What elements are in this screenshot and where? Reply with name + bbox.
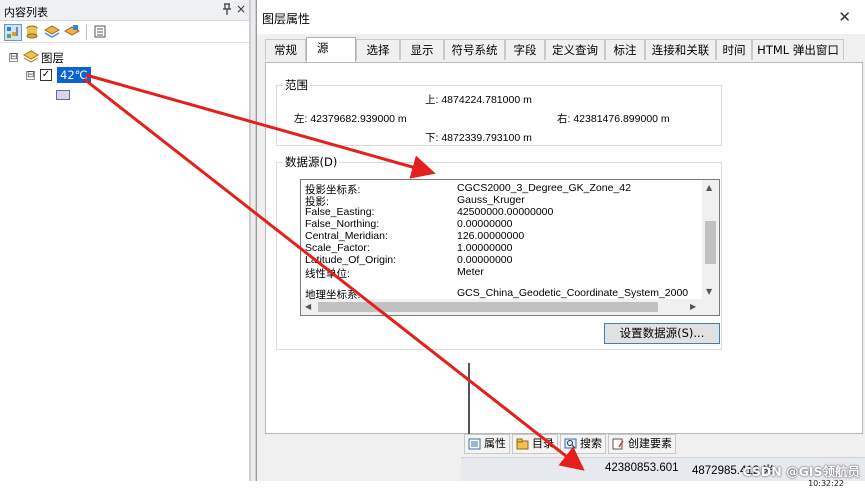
status-x-coordinate: 42380853.601	[605, 462, 679, 474]
dock-tab-search[interactable]: 搜索	[560, 434, 606, 454]
layer-name[interactable]: 42℃	[56, 66, 92, 84]
toc-titlebar: 内容列表 ×	[0, 0, 249, 21]
dock-tab-label: 创建要素	[628, 437, 672, 450]
vertical-scroll-thumb[interactable]	[705, 221, 716, 264]
expander-icon[interactable]: ⊟	[26, 71, 35, 80]
options-icon[interactable]	[92, 24, 110, 41]
tab-joins-relates[interactable]: 连接和关联	[645, 39, 716, 60]
ds-key: False_Northing:	[305, 218, 380, 230]
extent-group: 范围 上: 4874224.781000 m 左: 42379682.93900…	[276, 77, 722, 146]
pin-icon[interactable]	[222, 3, 232, 18]
list-by-drawing-order-icon[interactable]	[4, 24, 22, 41]
search-icon	[564, 438, 577, 450]
ds-key: False_Easting:	[305, 206, 375, 218]
dock-tab-catalog[interactable]: 目录	[512, 434, 558, 454]
toc-panel: 内容列表 × ⊟ 图层 ⊟ ✓ 42℃	[0, 0, 250, 481]
layers-group-row[interactable]: ⊟ 图层	[0, 49, 240, 65]
scroll-right-icon[interactable]: ▶	[690, 302, 696, 311]
horizontal-scroll-thumb[interactable]	[318, 302, 658, 312]
ds-value: Gauss_Kruger	[457, 194, 525, 206]
dock-tab-label: 目录	[532, 437, 554, 450]
tab-general[interactable]: 常规	[265, 39, 306, 60]
dock-tab-label: 搜索	[580, 437, 602, 450]
tab-strip: 常规 源 选择 显示 符号系统 字段 定义查询 标注 连接和关联 时间 HTML…	[265, 37, 865, 62]
catalog-icon	[516, 438, 529, 450]
status-bar: 42380853.601 4872985.412 米 CSDN @GIS领航员 …	[461, 457, 865, 488]
close-icon[interactable]: ✕	[838, 8, 851, 26]
extent-right: 右: 42381476.899000 m	[557, 113, 670, 125]
layers-icon	[22, 50, 40, 67]
extent-legend: 范围	[285, 78, 308, 92]
extent-top: 上: 4874224.781000 m	[425, 94, 532, 106]
ds-value: 1.00000000	[457, 242, 513, 254]
tab-display[interactable]: 显示	[400, 39, 444, 60]
dock-tab-create-features[interactable]: 创建要素	[608, 434, 676, 454]
dock-tab-label: 属性	[484, 437, 506, 450]
extent-bottom: 下: 4872339.793100 m	[425, 132, 532, 144]
layers-group-label: 图层	[41, 51, 64, 65]
list-by-source-icon[interactable]	[24, 24, 42, 41]
scroll-up-icon[interactable]: ▲	[706, 183, 712, 192]
tab-selection[interactable]: 选择	[356, 39, 400, 60]
tab-symbology[interactable]: 符号系统	[444, 39, 505, 60]
dock-tabs: 属性 目录 搜索 创建要素	[464, 434, 676, 454]
layer-visibility-checkbox[interactable]: ✓	[40, 69, 52, 81]
status-clock-partial: 10:32:22	[808, 479, 844, 488]
ds-key: 线性单位:	[305, 268, 350, 280]
horizontal-scrollbar[interactable]: ◀ ▶	[301, 299, 703, 315]
create-features-icon	[612, 438, 625, 450]
ds-value: GCS_China_Geodetic_Coordinate_System_200…	[457, 287, 689, 299]
vertical-scrollbar[interactable]: ▲ ▼	[702, 180, 719, 300]
close-icon[interactable]: ×	[236, 2, 246, 16]
tab-source[interactable]: 源	[306, 37, 356, 62]
expander-icon[interactable]: ⊟	[9, 53, 18, 62]
datasource-legend: 数据源(D)	[285, 155, 338, 169]
list-by-visibility-icon[interactable]	[43, 24, 62, 41]
ds-value: CGCS2000_3_Degree_GK_Zone_42	[457, 182, 631, 194]
ds-value: Meter	[457, 266, 484, 278]
toc-title: 内容列表	[4, 6, 48, 19]
scroll-left-icon[interactable]: ◀	[305, 302, 311, 311]
ds-value: 126.00000000	[457, 230, 525, 242]
ds-value: 0.00000000	[457, 254, 513, 266]
dialog-titlebar: 图层属性 ✕	[257, 0, 865, 34]
dock-tab-properties[interactable]: 属性	[464, 434, 510, 454]
list-by-selection-icon[interactable]	[63, 24, 82, 41]
ds-key: Scale_Factor:	[305, 242, 370, 254]
tab-time[interactable]: 时间	[716, 39, 752, 60]
extent-left: 左: 42379682.939000 m	[294, 113, 407, 125]
properties-icon	[468, 438, 481, 450]
toc-toolbar	[0, 21, 249, 43]
layer-row[interactable]: ⊟ ✓ 42℃	[0, 66, 240, 84]
ds-key: Central_Meridian:	[305, 230, 388, 242]
ds-value: 42500000.00000000	[457, 206, 554, 218]
watermark: CSDN @GIS领航员	[742, 464, 860, 479]
tab-definition-query[interactable]: 定义查询	[545, 39, 605, 60]
tab-labels[interactable]: 标注	[605, 39, 645, 60]
datasource-textbox[interactable]: 投影坐标系: CGCS2000_3_Degree_GK_Zone_42 投影: …	[300, 179, 720, 316]
tab-html-popup[interactable]: HTML 弹出窗口	[752, 39, 844, 60]
source-tab-page: 范围 上: 4874224.781000 m 左: 42379682.93900…	[265, 62, 863, 435]
ds-value: 0.00000000	[457, 218, 513, 230]
scroll-corner	[702, 299, 719, 315]
scroll-down-icon[interactable]: ▼	[706, 287, 712, 296]
ds-key: Latitude_Of_Origin:	[305, 254, 397, 266]
layer-symbol-swatch[interactable]	[56, 90, 70, 100]
set-data-source-button[interactable]: 设置数据源(S)...	[604, 323, 720, 344]
toolbar-separator	[86, 24, 87, 40]
dialog-title: 图层属性	[262, 12, 311, 26]
tab-fields[interactable]: 字段	[505, 39, 545, 60]
vertical-divider	[468, 363, 470, 435]
layer-properties-dialog: 图层属性 ✕ 常规 源 选择 显示 符号系统 字段 定义查询 标注 连接和关联 …	[256, 0, 865, 488]
